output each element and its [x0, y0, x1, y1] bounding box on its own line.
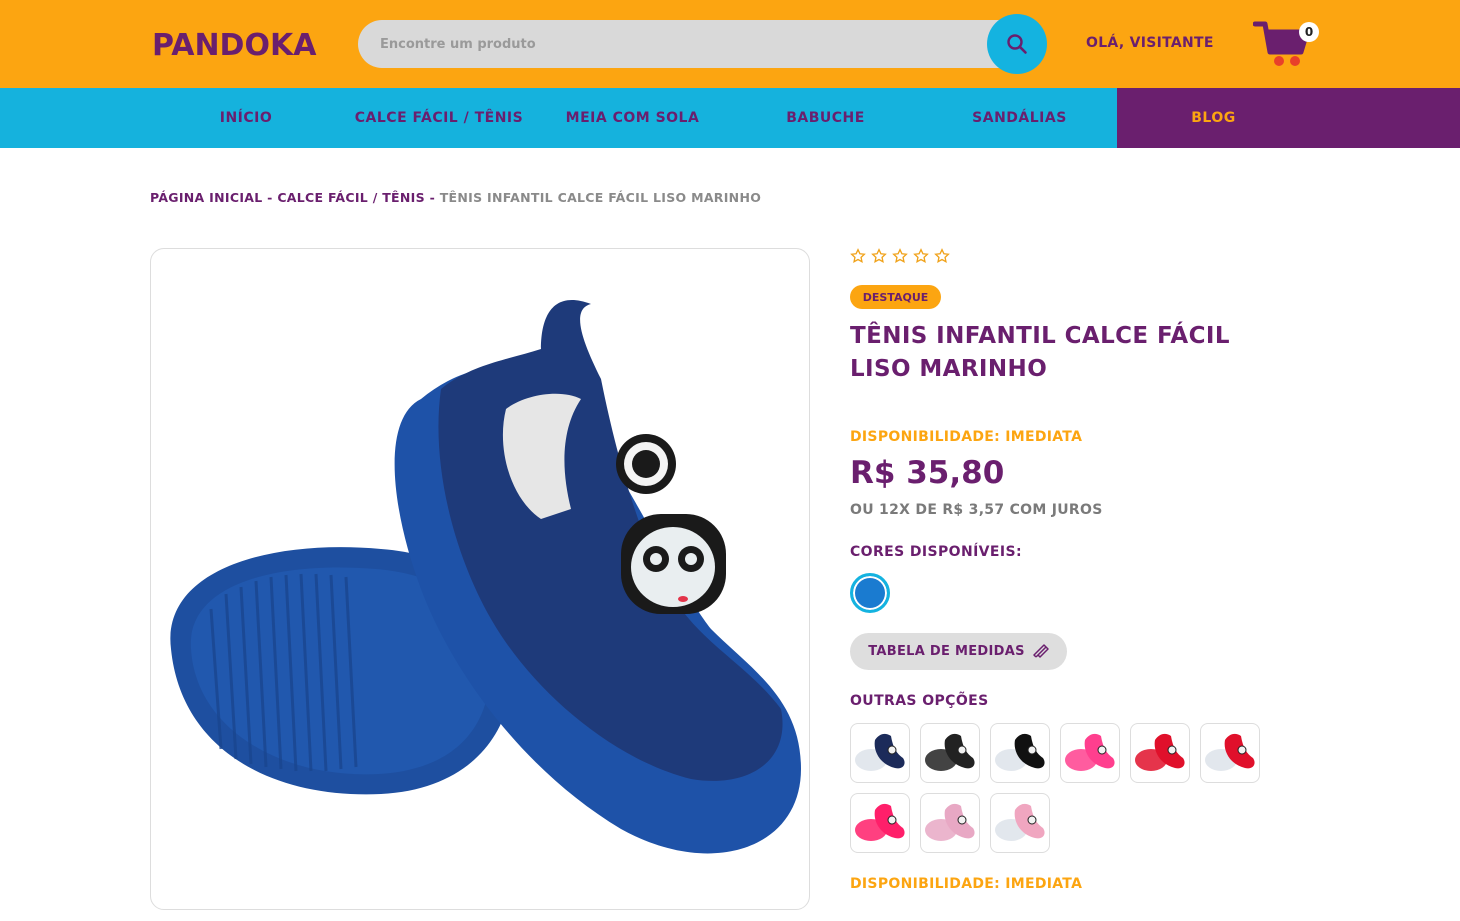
svg-text:PANDOKA: PANDOKA [152, 28, 317, 63]
shoe-thumbnail-icon [855, 733, 905, 771]
other-option-thumb[interactable] [1130, 723, 1190, 783]
search-bar [358, 20, 1046, 68]
nav-item-babuche[interactable]: BABUCHE [729, 88, 922, 148]
other-option-thumb[interactable] [1060, 723, 1120, 783]
nav-item-calce-facil[interactable]: CALCE FÁCIL / TÊNIS [342, 88, 536, 148]
availability-text-bottom: DISPONIBILIDADE: IMEDIATA [850, 876, 1083, 892]
shoe-thumbnail-icon [925, 733, 975, 771]
breadcrumb-separator: - [262, 190, 278, 205]
product-title: TÊNIS INFANTIL CALCE FÁCIL LISO MARINHO [850, 323, 1230, 382]
breadcrumb-category[interactable]: CALCE FÁCIL / TÊNIS [277, 190, 425, 205]
nav-item-sandalias[interactable]: SANDÁLIAS [922, 88, 1117, 148]
shoe-thumbnail-icon [925, 803, 975, 841]
star-icon [934, 248, 950, 264]
star-icon [871, 248, 887, 264]
other-option-thumb[interactable] [850, 793, 910, 853]
other-option-thumb[interactable] [920, 793, 980, 853]
size-table-label: TABELA DE MEDIDAS [868, 644, 1025, 659]
highlight-badge: DESTAQUE [850, 285, 941, 309]
size-table-button[interactable]: TABELA DE MEDIDAS [850, 633, 1067, 670]
breadcrumb-home[interactable]: PÁGINA INICIAL [150, 190, 263, 205]
breadcrumb: PÁGINA INICIAL - CALCE FÁCIL / TÊNIS - T… [150, 190, 761, 205]
product-shoe-illustration [170, 300, 801, 854]
greeting-link[interactable]: OLÁ, VISITANTE [1086, 35, 1214, 51]
shoe-thumbnail-icon [855, 803, 905, 841]
nav-item-blog[interactable]: BLOG [1117, 88, 1460, 148]
star-icon [892, 248, 908, 264]
availability-text: DISPONIBILIDADE: IMEDIATA [850, 429, 1083, 445]
other-option-thumb[interactable] [990, 723, 1050, 783]
nav-item-inicio[interactable]: INÍCIO [150, 88, 342, 148]
shoe-thumbnail-icon [1205, 733, 1255, 771]
other-option-thumb[interactable] [850, 723, 910, 783]
shoe-thumbnail-icon [995, 803, 1045, 841]
other-option-thumb[interactable] [1200, 723, 1260, 783]
rating-stars[interactable] [850, 248, 950, 264]
breadcrumb-separator: - [424, 190, 440, 205]
pandoka-logo[interactable]: PANDOKA [150, 24, 320, 64]
product-image[interactable] [150, 248, 810, 910]
colors-label: CORES DISPONÍVEIS: [850, 544, 1022, 560]
search-input[interactable] [380, 20, 980, 68]
ruler-icon [1033, 643, 1049, 658]
shoe-thumbnail-icon [1065, 733, 1115, 771]
nav-item-meia-com-sola[interactable]: MEIA COM SOLA [536, 88, 729, 148]
site-header: PANDOKA OLÁ, VISITANTE 0 [0, 0, 1460, 88]
search-button[interactable] [987, 14, 1047, 74]
breadcrumb-current: TÊNIS INFANTIL CALCE FÁCIL LISO MARINHO [439, 190, 762, 205]
color-swatch-navy[interactable] [850, 573, 890, 613]
cart-count-badge: 0 [1299, 22, 1319, 42]
other-options-label: OUTRAS OPÇÕES [850, 693, 989, 709]
shoe-thumbnail-icon [995, 733, 1045, 771]
installments-text: OU 12X DE R$ 3,57 COM JUROS [850, 502, 1103, 518]
star-icon [850, 248, 866, 264]
product-price: R$ 35,80 [850, 455, 1005, 491]
other-option-thumb[interactable] [920, 723, 980, 783]
other-option-thumb[interactable] [990, 793, 1050, 853]
main-nav: INÍCIO CALCE FÁCIL / TÊNIS MEIA COM SOLA… [0, 88, 1460, 148]
star-icon [913, 248, 929, 264]
search-icon [1007, 34, 1027, 54]
shoe-thumbnail-icon [1135, 733, 1185, 771]
